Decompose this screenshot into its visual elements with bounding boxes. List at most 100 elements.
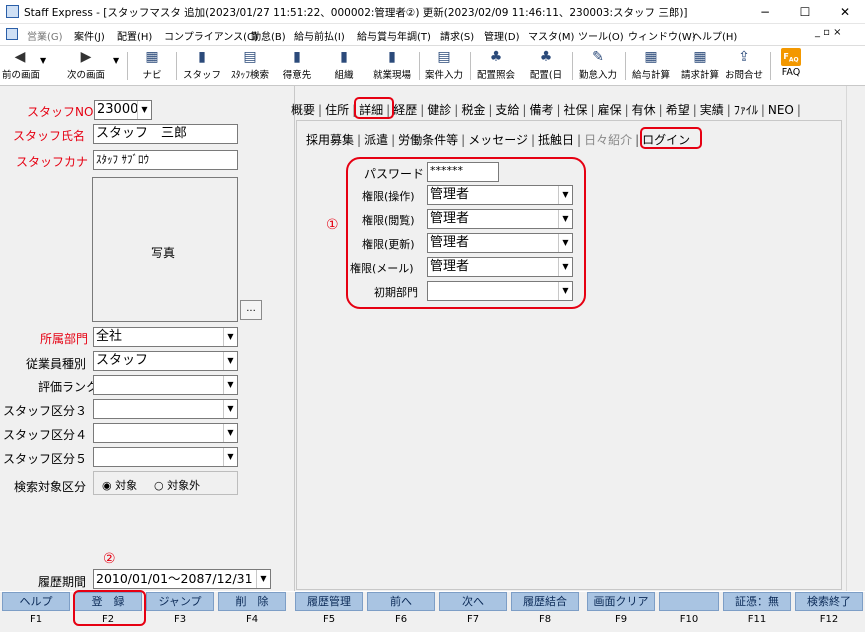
- menu-window[interactable]: ウィンドウ(W): [628, 28, 696, 43]
- subtab-daily-referral[interactable]: 日々紹介: [582, 131, 634, 148]
- back-button[interactable]: ◀ 前の画面: [2, 48, 40, 84]
- menu-payroll[interactable]: 給与賞与年調(T): [357, 28, 431, 43]
- menu-attendance[interactable]: 勤怠(B): [251, 28, 286, 43]
- password-field[interactable]: ******: [427, 162, 499, 182]
- photo-browse-button[interactable]: ...: [240, 300, 262, 320]
- tab-health-check[interactable]: 健診: [425, 101, 453, 118]
- menu-jobs[interactable]: 案件(J): [74, 28, 105, 43]
- workplace-button[interactable]: ▮ 就業現場: [367, 48, 417, 84]
- faq-button[interactable]: FAQ FAQ: [776, 48, 806, 84]
- staff-name-label: スタッフ氏名: [13, 129, 86, 143]
- menu-master[interactable]: マスタ(M): [528, 28, 574, 43]
- menu-tools[interactable]: ツール(O): [578, 28, 624, 43]
- tab-neo[interactable]: NEO: [766, 103, 796, 117]
- rank-dropdown[interactable]: ▼: [93, 375, 238, 395]
- category3-dropdown[interactable]: ▼: [93, 399, 238, 419]
- tab-notes[interactable]: 備考: [527, 101, 555, 118]
- inquiry-button[interactable]: ⇪ お問合せ: [722, 48, 766, 84]
- subtab-message[interactable]: メッセージ: [466, 131, 530, 148]
- toolbar-separator: [625, 52, 626, 80]
- perm-mail-dropdown[interactable]: 管理者 ▼: [427, 257, 573, 277]
- menu-admin[interactable]: 管理(D): [484, 28, 520, 43]
- tab-overview[interactable]: 概要: [289, 101, 317, 118]
- chevron-down-icon: ▼: [256, 570, 270, 588]
- job-entry-button[interactable]: ▤ 案件入力: [421, 48, 467, 84]
- staff-button[interactable]: ▮ スタッフ: [182, 48, 222, 84]
- f3-jump-button[interactable]: ジャンプ F3: [144, 592, 216, 632]
- minimize-button[interactable]: −: [750, 2, 780, 22]
- subtab-recruitment[interactable]: 採用募集: [304, 131, 356, 148]
- chevron-down-icon: ▼: [223, 376, 237, 394]
- perm-update-dropdown[interactable]: 管理者 ▼: [427, 233, 573, 253]
- f11-evidence-button[interactable]: 証憑：無 F11: [721, 592, 793, 632]
- tab-tax[interactable]: 税金: [459, 101, 487, 118]
- menu-advance-pay[interactable]: 給与前払(I): [294, 28, 345, 43]
- category5-dropdown[interactable]: ▼: [93, 447, 238, 467]
- tab-files[interactable]: ﾌｧｲﾙ: [732, 101, 760, 118]
- staff-name-field[interactable]: スタッフ 三郎: [93, 124, 238, 144]
- f6-previous-button[interactable]: 前へ F6: [365, 592, 437, 632]
- f5-history-manage-button[interactable]: 履歴管理 F5: [293, 592, 365, 632]
- radio-target[interactable]: ◉ 対象: [102, 477, 137, 493]
- close-button[interactable]: ✕: [830, 2, 860, 22]
- f8-history-merge-button[interactable]: 履歴結合 F8: [509, 592, 581, 632]
- tab-paid-leave[interactable]: 有休: [630, 101, 658, 118]
- highlight-login-tab: [640, 127, 702, 149]
- photo-area[interactable]: 写真: [92, 177, 238, 322]
- forward-button[interactable]: ▶ 次の画面: [62, 48, 110, 84]
- tab-preferences[interactable]: 希望: [664, 101, 692, 118]
- menu-billing[interactable]: 請求(S): [440, 28, 474, 43]
- title-bar: Staff Express - [スタッフマスタ 追加(2023/01/27 1…: [0, 0, 865, 24]
- annotation-2: ②: [103, 551, 116, 567]
- category4-dropdown[interactable]: ▼: [93, 423, 238, 443]
- f12-end-search-button[interactable]: 検索終了 F12: [793, 592, 865, 632]
- back-history-dropdown-icon[interactable]: ▼: [40, 56, 46, 65]
- staff-no-dropdown[interactable]: 230003 ▼: [94, 100, 152, 120]
- perm-view-dropdown[interactable]: 管理者 ▼: [427, 209, 573, 229]
- navi-button[interactable]: ▦ ナビ: [134, 48, 170, 84]
- menu-sales[interactable]: 営業(G): [27, 28, 63, 43]
- vertical-scrollbar[interactable]: [846, 86, 862, 591]
- staff-search-button[interactable]: ▤ ｽﾀｯﾌ検索: [225, 48, 275, 84]
- f4-delete-button[interactable]: 削 除 F4: [216, 592, 288, 632]
- placement-daily-button[interactable]: ♣ 配置(日: [523, 48, 569, 84]
- perm-operation-dropdown[interactable]: 管理者 ▼: [427, 185, 573, 205]
- billing-button[interactable]: ▦ 請求計算: [676, 48, 724, 84]
- subtab-dispatch[interactable]: 派遣: [362, 131, 390, 148]
- organization-button[interactable]: ▮ 組織: [327, 48, 361, 84]
- radio-exclude[interactable]: ○ 対象外: [154, 477, 200, 493]
- tab-career[interactable]: 経歴: [391, 101, 419, 118]
- employee-type-dropdown[interactable]: スタッフ ▼: [93, 351, 238, 371]
- toolbar-separator: [572, 52, 573, 80]
- f10-button[interactable]: F10: [657, 592, 721, 632]
- staff-kana-field[interactable]: ｽﾀｯﾌ ｻﾌﾞﾛｳ: [93, 150, 238, 170]
- f9-clear-screen-button[interactable]: 画面クリア F9: [585, 592, 657, 632]
- f7-next-button[interactable]: 次へ F7: [437, 592, 509, 632]
- toolbar-separator: [770, 52, 771, 80]
- menu-placement[interactable]: 配置(H): [117, 28, 152, 43]
- payroll-button[interactable]: ▦ 給与計算: [627, 48, 675, 84]
- category5-label: スタッフ区分５: [3, 452, 88, 466]
- tab-address[interactable]: 住所: [323, 101, 351, 118]
- tab-payment[interactable]: 支給: [493, 101, 521, 118]
- forward-history-dropdown-icon[interactable]: ▼: [113, 56, 119, 65]
- subtab-conflict-date[interactable]: 抵触日: [536, 131, 576, 148]
- maximize-button[interactable]: ☐: [790, 2, 820, 22]
- toolbar-separator: [176, 52, 177, 80]
- mdi-window-controls[interactable]: _ ▫ ×: [815, 27, 842, 38]
- tab-results[interactable]: 実績: [698, 101, 726, 118]
- history-period-dropdown[interactable]: 2010/01/01～2087/12/31 ▼: [93, 569, 271, 589]
- initial-dept-dropdown[interactable]: ▼: [427, 281, 573, 301]
- tab-social-insurance[interactable]: 社保: [562, 101, 590, 118]
- tab-employment-insurance[interactable]: 雇保: [596, 101, 624, 118]
- toolbar: ◀ 前の画面 ▼ ▶ 次の画面 ▼ ▦ ナビ ▮ スタッフ ▤ ｽﾀｯﾌ検索 ▮…: [0, 46, 865, 86]
- subtab-labor-conditions[interactable]: 労働条件等: [396, 131, 460, 148]
- department-dropdown[interactable]: 全社 ▼: [93, 327, 238, 347]
- placement-inquiry-button[interactable]: ♣ 配置照会: [472, 48, 520, 84]
- attendance-entry-button[interactable]: ✎ 勤怠入力: [574, 48, 622, 84]
- client-button[interactable]: ▮ 得意先: [277, 48, 317, 84]
- menu-compliance[interactable]: コンプライアンス(C): [164, 28, 258, 43]
- menu-help[interactable]: ヘルプ(H): [692, 28, 737, 43]
- f1-help-button[interactable]: ヘルプ F1: [0, 592, 72, 632]
- app-icon: [6, 5, 19, 18]
